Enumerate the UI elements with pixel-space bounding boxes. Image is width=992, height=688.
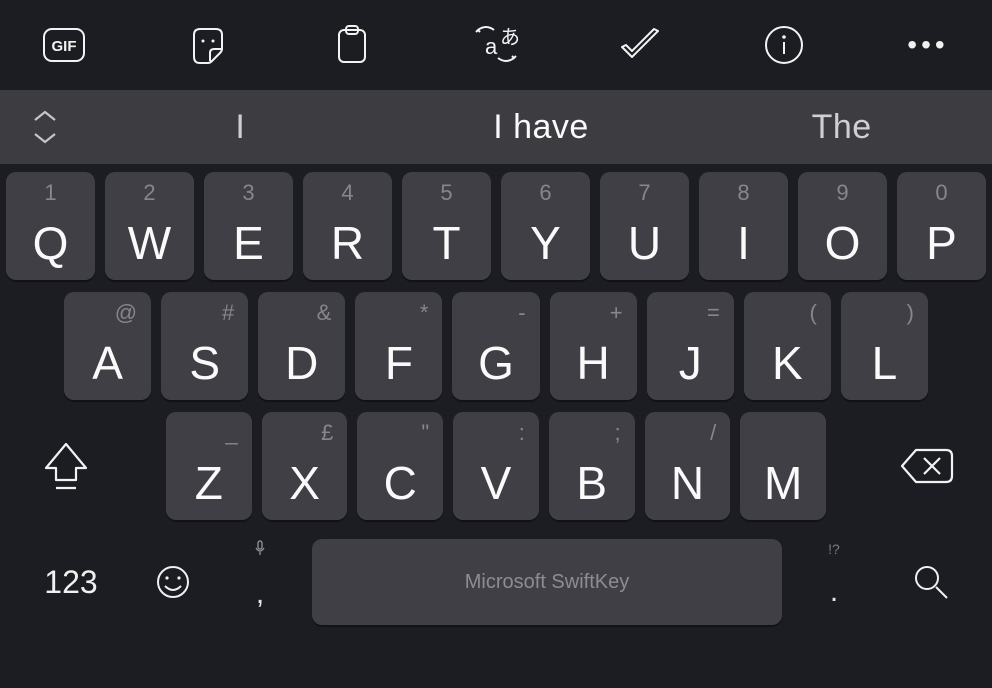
mic-icon	[254, 540, 266, 559]
key-p[interactable]: 0P	[897, 172, 986, 280]
numeric-key[interactable]: 123	[16, 564, 126, 601]
key-v[interactable]: :V	[453, 412, 539, 520]
key-b[interactable]: ;B	[549, 412, 635, 520]
key-q[interactable]: 1Q	[6, 172, 95, 280]
key-l[interactable]: )L	[841, 292, 928, 400]
key-g[interactable]: -G	[452, 292, 539, 400]
svg-text:a: a	[485, 34, 498, 59]
clipboard-button[interactable]	[328, 21, 376, 69]
suggestion-3[interactable]: The	[691, 90, 992, 164]
toolbar: GIF a あ	[0, 0, 992, 90]
suggestion-close[interactable]	[0, 90, 90, 164]
key-z[interactable]: _Z	[166, 412, 252, 520]
key-h[interactable]: +H	[550, 292, 637, 400]
svg-text:あ: あ	[500, 27, 520, 49]
period-key[interactable]: !? .	[794, 541, 874, 623]
bottom-row: 123 , Microsoft SwiftKey !? .	[6, 532, 986, 632]
search-key[interactable]	[886, 562, 976, 602]
key-o[interactable]: 9O	[798, 172, 887, 280]
info-button[interactable]	[760, 21, 808, 69]
key-row-3: _Z£X"C:V;B/NM	[6, 412, 986, 520]
backspace-key[interactable]	[866, 412, 986, 520]
sticker-button[interactable]	[184, 21, 232, 69]
key-u[interactable]: 7U	[600, 172, 689, 280]
key-j[interactable]: =J	[647, 292, 734, 400]
suggestion-bar: I I have The	[0, 90, 992, 164]
key-f[interactable]: *F	[355, 292, 442, 400]
translate-button[interactable]: a あ	[472, 21, 520, 69]
key-x[interactable]: £X	[262, 412, 348, 520]
key-i[interactable]: 8I	[699, 172, 788, 280]
key-e[interactable]: 3E	[204, 172, 293, 280]
key-w[interactable]: 2W	[105, 172, 194, 280]
key-n[interactable]: /N	[645, 412, 731, 520]
key-r[interactable]: 4R	[303, 172, 392, 280]
key-k[interactable]: (K	[744, 292, 831, 400]
more-dots: •••	[907, 29, 948, 61]
emoji-key[interactable]	[138, 564, 208, 600]
shift-key[interactable]	[6, 412, 126, 520]
comma-key[interactable]: ,	[220, 540, 300, 625]
gif-button[interactable]: GIF	[40, 21, 88, 69]
svg-text:GIF: GIF	[52, 38, 77, 55]
key-row-2: @A#S&D*F-G+H=J(K)L	[6, 292, 986, 400]
suggestion-2[interactable]: I have	[391, 90, 692, 164]
suggestion-1[interactable]: I	[90, 90, 391, 164]
key-c[interactable]: "C	[357, 412, 443, 520]
key-t[interactable]: 5T	[402, 172, 491, 280]
key-m[interactable]: M	[740, 412, 826, 520]
spacebar[interactable]: Microsoft SwiftKey	[312, 539, 782, 625]
keyboard: 1Q2W3E4R5T6Y7U8I9O0P @A#S&D*F-G+H=J(K)L …	[0, 164, 992, 642]
key-d[interactable]: &D	[258, 292, 345, 400]
key-row-1: 1Q2W3E4R5T6Y7U8I9O0P	[6, 172, 986, 280]
more-button[interactable]: •••	[904, 21, 952, 69]
key-a[interactable]: @A	[64, 292, 151, 400]
done-button[interactable]	[616, 21, 664, 69]
key-y[interactable]: 6Y	[501, 172, 590, 280]
key-s[interactable]: #S	[161, 292, 248, 400]
